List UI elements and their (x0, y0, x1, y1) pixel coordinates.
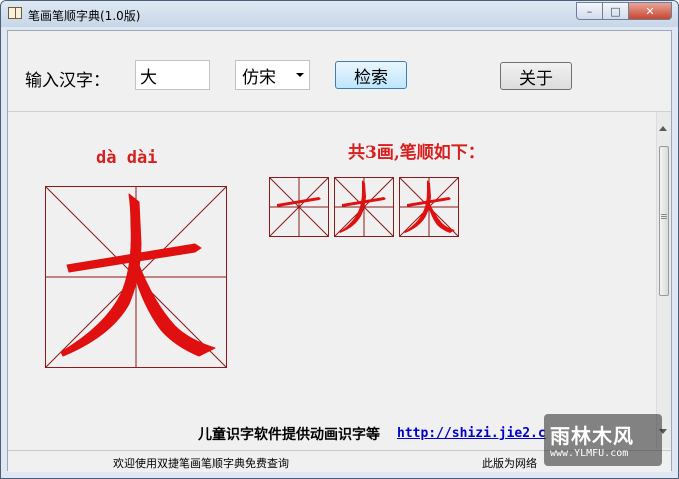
stroke-left-falling (60, 193, 142, 357)
stroke-step-3 (399, 177, 459, 237)
status-welcome: 欢迎使用双捷笔画笔顺字典免费查询 (113, 457, 289, 470)
watermark-url: www.YLMFU.com (550, 448, 629, 459)
book-icon (8, 7, 22, 19)
watermark-title: 雨林木风 (550, 424, 634, 448)
character-input[interactable] (135, 60, 210, 90)
search-toolbar: 输入汉字： 仿宋 检索 关于 (8, 31, 671, 112)
vertical-scrollbar[interactable] (656, 112, 671, 448)
pinyin-label: dà dài (96, 148, 158, 168)
window-controls: – □ ✕ (576, 2, 672, 20)
close-button[interactable]: ✕ (628, 2, 672, 20)
maximize-button[interactable]: □ (602, 2, 628, 20)
stroke-summary-label: 共3画,笔顺如下： (348, 143, 485, 163)
input-label: 输入汉字： (25, 71, 110, 91)
title-bar[interactable]: 笔画笔顺字典(1.0版) – □ ✕ (1, 1, 678, 27)
stroke-right-falling (132, 259, 216, 357)
scroll-up-icon[interactable] (659, 126, 667, 131)
promo-text: 儿童识字软件提供动画识字等 (198, 427, 380, 443)
stroke-step-1 (269, 177, 329, 237)
promo-link[interactable]: http://shizi.jie2.c (397, 426, 546, 441)
about-button[interactable]: 关于 (500, 62, 572, 90)
client-area: 输入汉字： 仿宋 检索 关于 dà dài 共3画,笔顺如下： (7, 30, 672, 472)
minimize-button[interactable]: – (576, 2, 602, 20)
character-grid-large (45, 186, 227, 368)
grip-icon (661, 214, 667, 215)
watermark-logo: 雨林木风 www.YLMFU.com (544, 414, 662, 466)
font-dropdown-value: 仿宋 (242, 68, 276, 88)
search-button[interactable]: 检索 (335, 61, 407, 89)
stroke-step-2 (334, 177, 394, 237)
font-dropdown[interactable]: 仿宋 (235, 60, 310, 90)
mini-grid-lines (269, 177, 329, 237)
status-version-note: 此版为网络 (482, 457, 537, 470)
character-strokes (60, 193, 216, 357)
window-title: 笔画笔顺字典(1.0版) (28, 9, 141, 23)
scrollbar-thumb[interactable] (659, 146, 669, 296)
app-window: 笔画笔顺字典(1.0版) – □ ✕ 输入汉字： 仿宋 检索 关于 dà dài… (0, 0, 679, 479)
result-panel: dà dài 共3画,笔顺如下： (8, 112, 657, 448)
chevron-down-icon (296, 73, 304, 77)
